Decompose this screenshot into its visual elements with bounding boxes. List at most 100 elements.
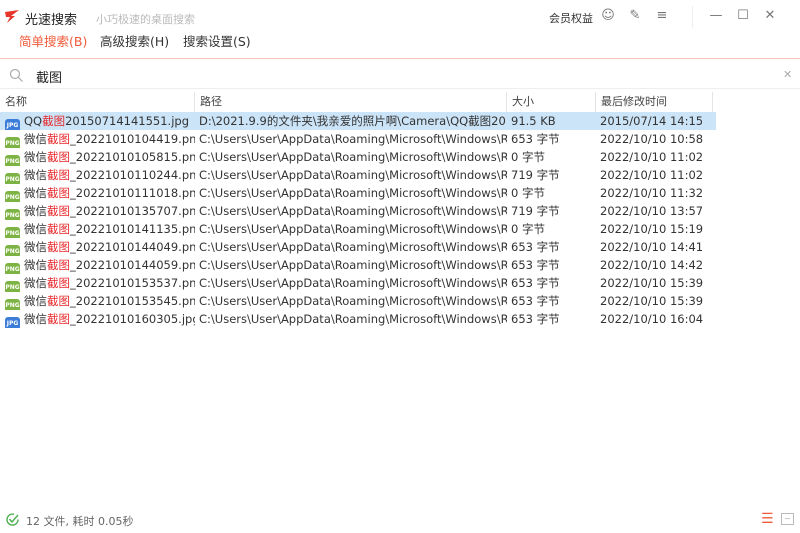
- table-row[interactable]: PNG 微信截图_20221010144049.png.lnk C:\Users\…: [0, 238, 716, 256]
- file-name: PNG 微信截图_20221010105815.png.lnk: [5, 148, 195, 166]
- edit-icon[interactable]: ✎: [627, 8, 643, 24]
- file-modified: 2022/10/10 15:39: [600, 294, 704, 308]
- user-icon[interactable]: ☺: [600, 8, 616, 24]
- table-row[interactable]: PNG 微信截图_20221010110244.png.lnk C:\Users\…: [0, 166, 716, 184]
- file-path: C:\Users\User\AppData\Roaming\Microsoft\…: [199, 204, 507, 218]
- name-part: 微信: [24, 294, 47, 308]
- table-row[interactable]: PNG 微信截图_20221010141135.png.lnk C:\Users\…: [0, 220, 716, 238]
- divider: [0, 58, 800, 59]
- file-name: PNG 微信截图_20221010144049.png.lnk: [5, 238, 195, 256]
- status-bar: 12 文件, 耗时 0.05秒 ☰ ~: [0, 508, 800, 533]
- name-part: 微信: [24, 168, 47, 182]
- tab-simple-search[interactable]: 简单搜索(B): [19, 31, 87, 50]
- table-row[interactable]: PNG 微信截图_20221010105815.png.lnk C:\Users\…: [0, 148, 716, 166]
- table-row[interactable]: JPG 微信截图_20221010160305.jpg.lnk C:\Users\…: [0, 310, 716, 328]
- name-part: 微信: [24, 186, 47, 200]
- app-title: 光速搜索: [25, 13, 78, 28]
- tab-search-settings[interactable]: 搜索设置(S): [183, 31, 251, 50]
- file-size: 0 字节: [511, 222, 545, 236]
- png-file-icon: PNG: [5, 245, 20, 256]
- table-row[interactable]: PNG 微信截图_20221010111018.png.lnk C:\Users\…: [0, 184, 716, 202]
- match-highlight: 截图: [47, 150, 70, 164]
- title-bar: 光速搜索 小巧极速的桌面搜索 会员权益 ☺ ✎ ≡ — ☐ ✕: [0, 0, 800, 32]
- file-name: PNG 微信截图_20221010153537.png.lnk: [5, 274, 195, 292]
- file-name: PNG 微信截图_20221010110244.png.lnk: [5, 166, 195, 184]
- column-size[interactable]: 大小: [507, 92, 596, 112]
- match-highlight: 截图: [47, 204, 70, 218]
- png-file-icon: PNG: [5, 155, 20, 166]
- search-bar: ✕: [0, 63, 800, 89]
- match-highlight: 截图: [47, 222, 70, 236]
- name-part: 微信: [24, 312, 47, 326]
- file-path: C:\Users\User\AppData\Roaming\Microsoft\…: [199, 186, 507, 200]
- jpg-file-icon: JPG: [5, 317, 20, 328]
- list-view-icon[interactable]: ☰: [761, 511, 774, 527]
- png-file-icon: PNG: [5, 209, 20, 220]
- file-name: PNG 微信截图_20221010144059.png.lnk: [5, 256, 195, 274]
- column-name[interactable]: 名称: [0, 92, 195, 112]
- name-part: QQ: [24, 114, 43, 128]
- file-size: 653 字节: [511, 312, 560, 326]
- jpg-file-icon: JPG: [5, 119, 20, 130]
- file-size: 91.5 KB: [511, 114, 556, 128]
- match-highlight: 截图: [47, 258, 70, 272]
- file-modified: 2022/10/10 14:42: [600, 258, 704, 272]
- thumbnail-view-icon[interactable]: ~: [781, 513, 794, 525]
- name-part: 20150714141551.jpg: [65, 114, 189, 128]
- file-size: 653 字节: [511, 132, 560, 146]
- file-modified: 2022/10/10 16:04: [600, 312, 704, 326]
- column-modified[interactable]: 最后修改时间: [596, 92, 713, 112]
- file-modified: 2022/10/10 15:19: [600, 222, 704, 236]
- file-modified: 2022/10/10 10:58: [600, 132, 704, 146]
- clear-search-icon[interactable]: ✕: [783, 68, 792, 81]
- maximize-button[interactable]: ☐: [735, 8, 751, 24]
- file-size: 653 字节: [511, 258, 560, 272]
- file-name: PNG 微信截图_20221010135707.png.lnk: [5, 202, 195, 220]
- file-path: C:\Users\User\AppData\Roaming\Microsoft\…: [199, 258, 507, 272]
- menu-icon[interactable]: ≡: [654, 8, 670, 24]
- name-part: _20221010144059.png.lnk: [70, 258, 195, 272]
- name-part: _20221010110244.png.lnk: [70, 168, 195, 182]
- table-row[interactable]: PNG 微信截图_20221010153545.png.lnk C:\Users\…: [0, 292, 716, 310]
- file-modified: 2022/10/10 11:02: [600, 150, 704, 164]
- file-name: PNG 微信截图_20221010141135.png.lnk: [5, 220, 195, 238]
- file-size: 0 字节: [511, 150, 545, 164]
- png-file-icon: PNG: [5, 173, 20, 184]
- png-file-icon: PNG: [5, 191, 20, 202]
- file-path: C:\Users\User\AppData\Roaming\Microsoft\…: [199, 222, 507, 236]
- match-highlight: 截图: [47, 132, 70, 146]
- member-benefits-link[interactable]: 会员权益: [549, 10, 593, 26]
- table-row[interactable]: PNG 微信截图_20221010135707.png.lnk C:\Users\…: [0, 202, 716, 220]
- name-part: 微信: [24, 258, 47, 272]
- table-row[interactable]: PNG 微信截图_20221010104419.png.lnk C:\Users\…: [0, 130, 716, 148]
- tab-advanced-search[interactable]: 高级搜索(H): [100, 31, 169, 50]
- close-button[interactable]: ✕: [762, 8, 778, 24]
- match-highlight: 截图: [47, 186, 70, 200]
- file-path: C:\Users\User\AppData\Roaming\Microsoft\…: [199, 312, 507, 326]
- match-highlight: 截图: [42, 114, 66, 128]
- table-row[interactable]: PNG 微信截图_20221010144059.png.lnk C:\Users\…: [0, 256, 716, 274]
- check-circle-icon: [6, 513, 19, 526]
- file-path: C:\Users\User\AppData\Roaming\Microsoft\…: [199, 132, 507, 146]
- file-size: 0 字节: [511, 186, 545, 200]
- match-highlight: 截图: [47, 294, 70, 308]
- png-file-icon: PNG: [5, 281, 20, 292]
- name-part: _20221010135707.png.lnk: [70, 204, 195, 218]
- file-name: JPG QQ截图20150714141551.jpg: [5, 112, 195, 130]
- file-name: PNG 微信截图_20221010111018.png.lnk: [5, 184, 195, 202]
- name-part: _20221010111018.png.lnk: [70, 186, 195, 200]
- png-file-icon: PNG: [5, 263, 20, 274]
- status-text: 12 文件, 耗时 0.05秒: [26, 515, 134, 528]
- file-modified: 2022/10/10 13:57: [600, 204, 704, 218]
- name-part: 微信: [24, 204, 47, 218]
- table-row[interactable]: JPG QQ截图20150714141551.jpg D:\2021.9.9的文件…: [0, 112, 716, 130]
- file-name: PNG 微信截图_20221010153545.png.lnk: [5, 292, 195, 310]
- file-name: PNG 微信截图_20221010104419.png.lnk: [5, 130, 195, 148]
- file-path: D:\2021.9.9的文件夹\我亲爱的照片啊\Camera\QQ截图20150…: [199, 114, 507, 128]
- minimize-button[interactable]: —: [708, 8, 724, 24]
- search-input[interactable]: [36, 66, 736, 86]
- match-highlight: 截图: [47, 240, 70, 254]
- table-row[interactable]: PNG 微信截图_20221010153537.png.lnk C:\Users\…: [0, 274, 716, 292]
- column-path[interactable]: 路径: [195, 92, 507, 112]
- file-modified: 2015/07/14 14:15: [600, 114, 704, 128]
